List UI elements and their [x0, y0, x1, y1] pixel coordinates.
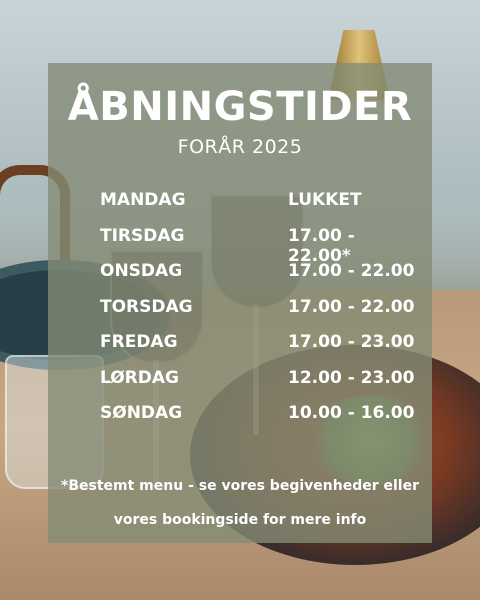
hours-row: SØNDAG 10.00 - 16.00: [100, 403, 420, 439]
day-label: FREDAG: [100, 332, 178, 352]
opening-hours-panel: ÅBNINGSTIDER FORÅR 2025 MANDAG LUKKET TI…: [48, 63, 432, 543]
footnote-line: *Bestemt menu - se vores begivenheder el…: [61, 478, 419, 494]
hours-list: MANDAG LUKKET TIRSDAG 17.00 - 22.00* ONS…: [100, 190, 420, 439]
time-label: 17.00 - 23.00: [288, 332, 415, 352]
hours-row: TIRSDAG 17.00 - 22.00*: [100, 225, 420, 266]
time-label: 17.00 - 22.00*: [288, 225, 355, 266]
time-label: 17.00 - 22.00: [288, 261, 415, 281]
hours-row: ONSDAG 17.00 - 22.00: [100, 261, 420, 297]
time-label: LUKKET: [288, 190, 362, 210]
day-label: ONSDAG: [100, 261, 183, 281]
day-label: TORSDAG: [100, 296, 193, 317]
time-label: 17.00 - 22.00: [288, 296, 415, 317]
page-title: ÅBNINGSTIDER: [67, 84, 413, 130]
time-label: 12.00 - 23.00: [288, 367, 415, 388]
day-label: MANDAG: [100, 190, 186, 210]
day-label: LØRDAG: [100, 367, 179, 388]
season-subtitle: FORÅR 2025: [177, 136, 303, 158]
hours-row: FREDAG 17.00 - 23.00: [100, 332, 420, 368]
hours-row: LØRDAG 12.00 - 23.00: [100, 368, 420, 404]
hours-row: MANDAG LUKKET: [100, 190, 420, 226]
footnote-line: vores bookingside for mere info: [113, 512, 367, 528]
day-label: TIRSDAG: [100, 225, 185, 246]
time-label: 10.00 - 16.00: [288, 403, 415, 423]
day-label: SØNDAG: [100, 403, 183, 423]
footnote: *Bestemt menu - se vores begivenheder el…: [58, 469, 422, 537]
hours-row: TORSDAG 17.00 - 22.00: [100, 297, 420, 333]
